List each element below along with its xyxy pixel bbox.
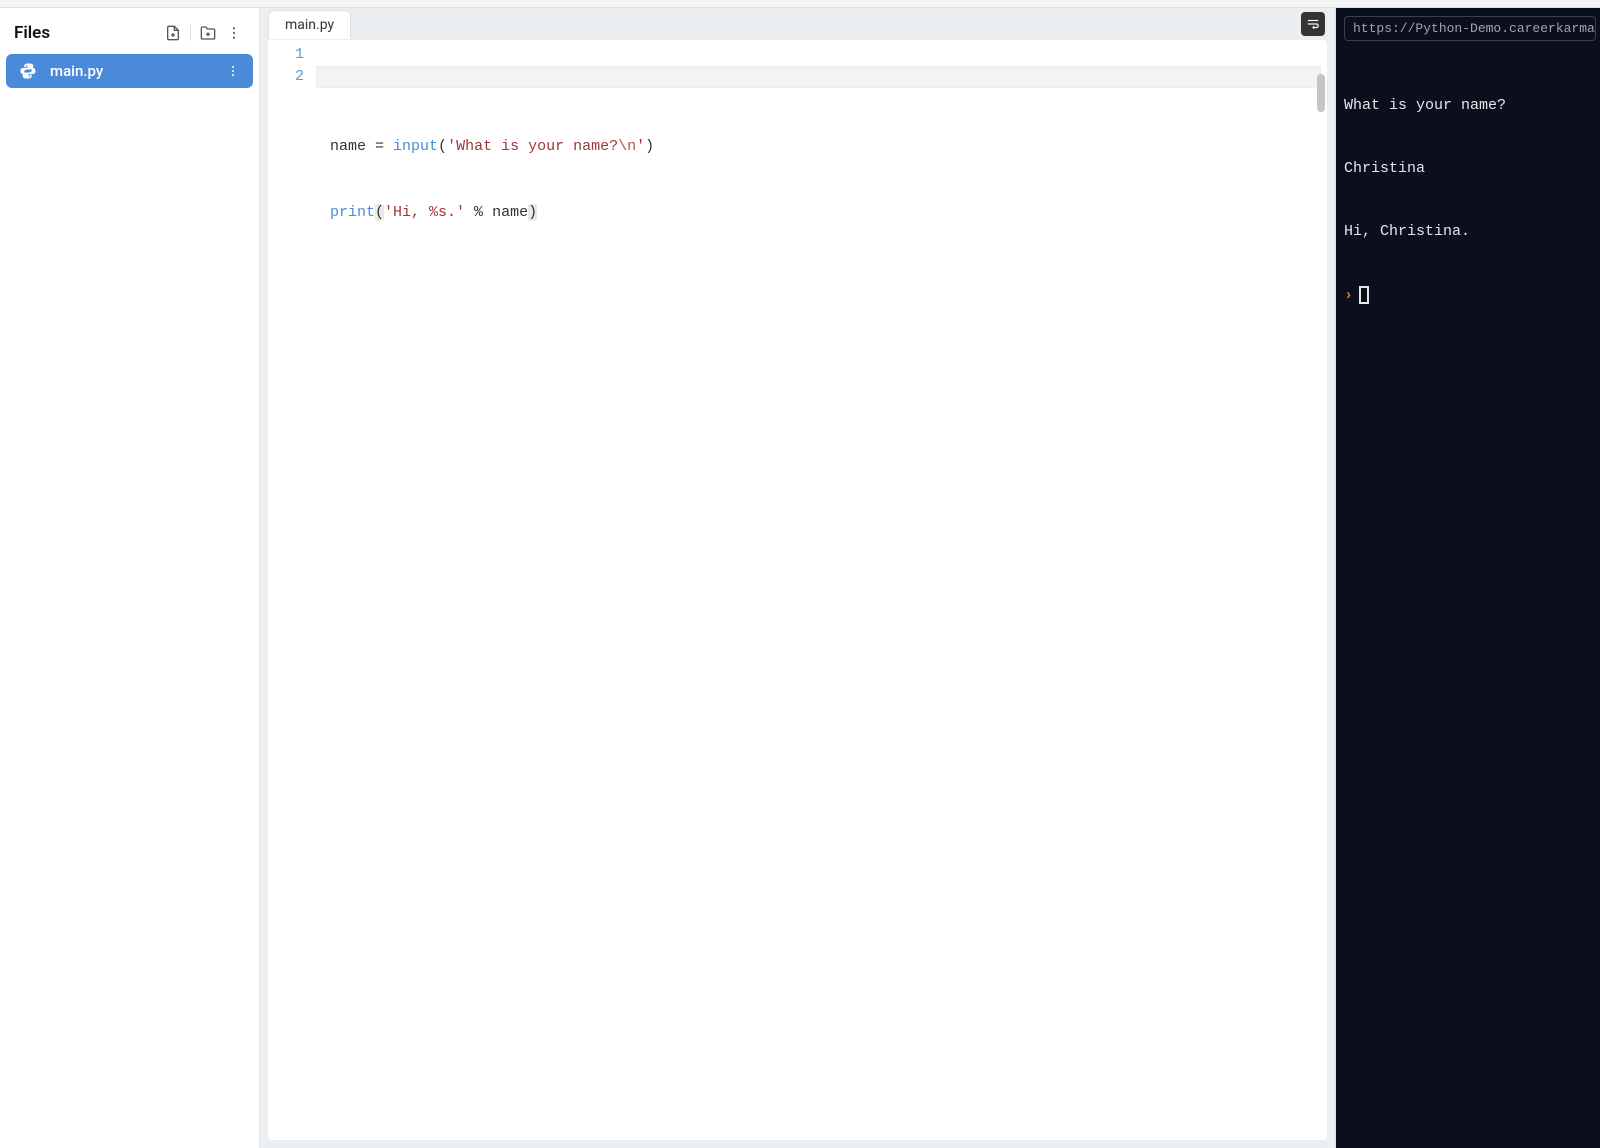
code-content: name = input('What is your name?\n') pri… — [268, 88, 1327, 268]
console-prompt[interactable]: › — [1344, 286, 1596, 304]
line-number: 1 — [268, 44, 316, 66]
new-folder-icon[interactable] — [197, 22, 219, 44]
console-pane: https://Python-Demo.careerkarma.repl.run… — [1336, 8, 1600, 1148]
prompt-cursor — [1359, 286, 1369, 304]
console-line: Christina — [1344, 158, 1596, 179]
files-sidebar: Files — [0, 8, 260, 1148]
code-line-1: name = input('What is your name?\n') — [330, 136, 1327, 158]
console-url[interactable]: https://Python-Demo.careerkarma.repl.run — [1344, 16, 1596, 41]
line-gutter: 1 2 — [268, 40, 316, 88]
app-root: Files — [0, 7, 1600, 1148]
line-number: 2 — [268, 66, 316, 88]
console-line: Hi, Christina. — [1344, 221, 1596, 242]
tabs-bar: main.py — [268, 8, 1327, 40]
tab-main[interactable]: main.py — [268, 10, 351, 39]
wrap-lines-icon[interactable] — [1301, 12, 1325, 36]
file-item-label: main.py — [50, 62, 223, 80]
new-file-icon[interactable] — [162, 22, 184, 44]
file-item-main[interactable]: main.py — [6, 54, 253, 88]
code-line-2: print('Hi, %s.' % name) — [330, 202, 1327, 224]
files-actions — [162, 22, 245, 44]
console-output: What is your name? Christina Hi, Christi… — [1344, 53, 1596, 284]
files-title: Files — [14, 23, 50, 43]
editor-pane: main.py 1 2 name = input('What is your n… — [260, 8, 1336, 1148]
prompt-caret-icon: › — [1344, 287, 1353, 304]
code-editor[interactable]: 1 2 name = input('What is your name?\n')… — [268, 40, 1327, 1140]
console-line: What is your name? — [1344, 95, 1596, 116]
current-line-highlight — [316, 66, 1321, 88]
divider — [190, 25, 191, 41]
python-icon — [16, 62, 40, 80]
files-more-icon[interactable] — [223, 22, 245, 44]
files-header: Files — [4, 16, 255, 52]
file-item-more-icon[interactable] — [223, 64, 243, 78]
